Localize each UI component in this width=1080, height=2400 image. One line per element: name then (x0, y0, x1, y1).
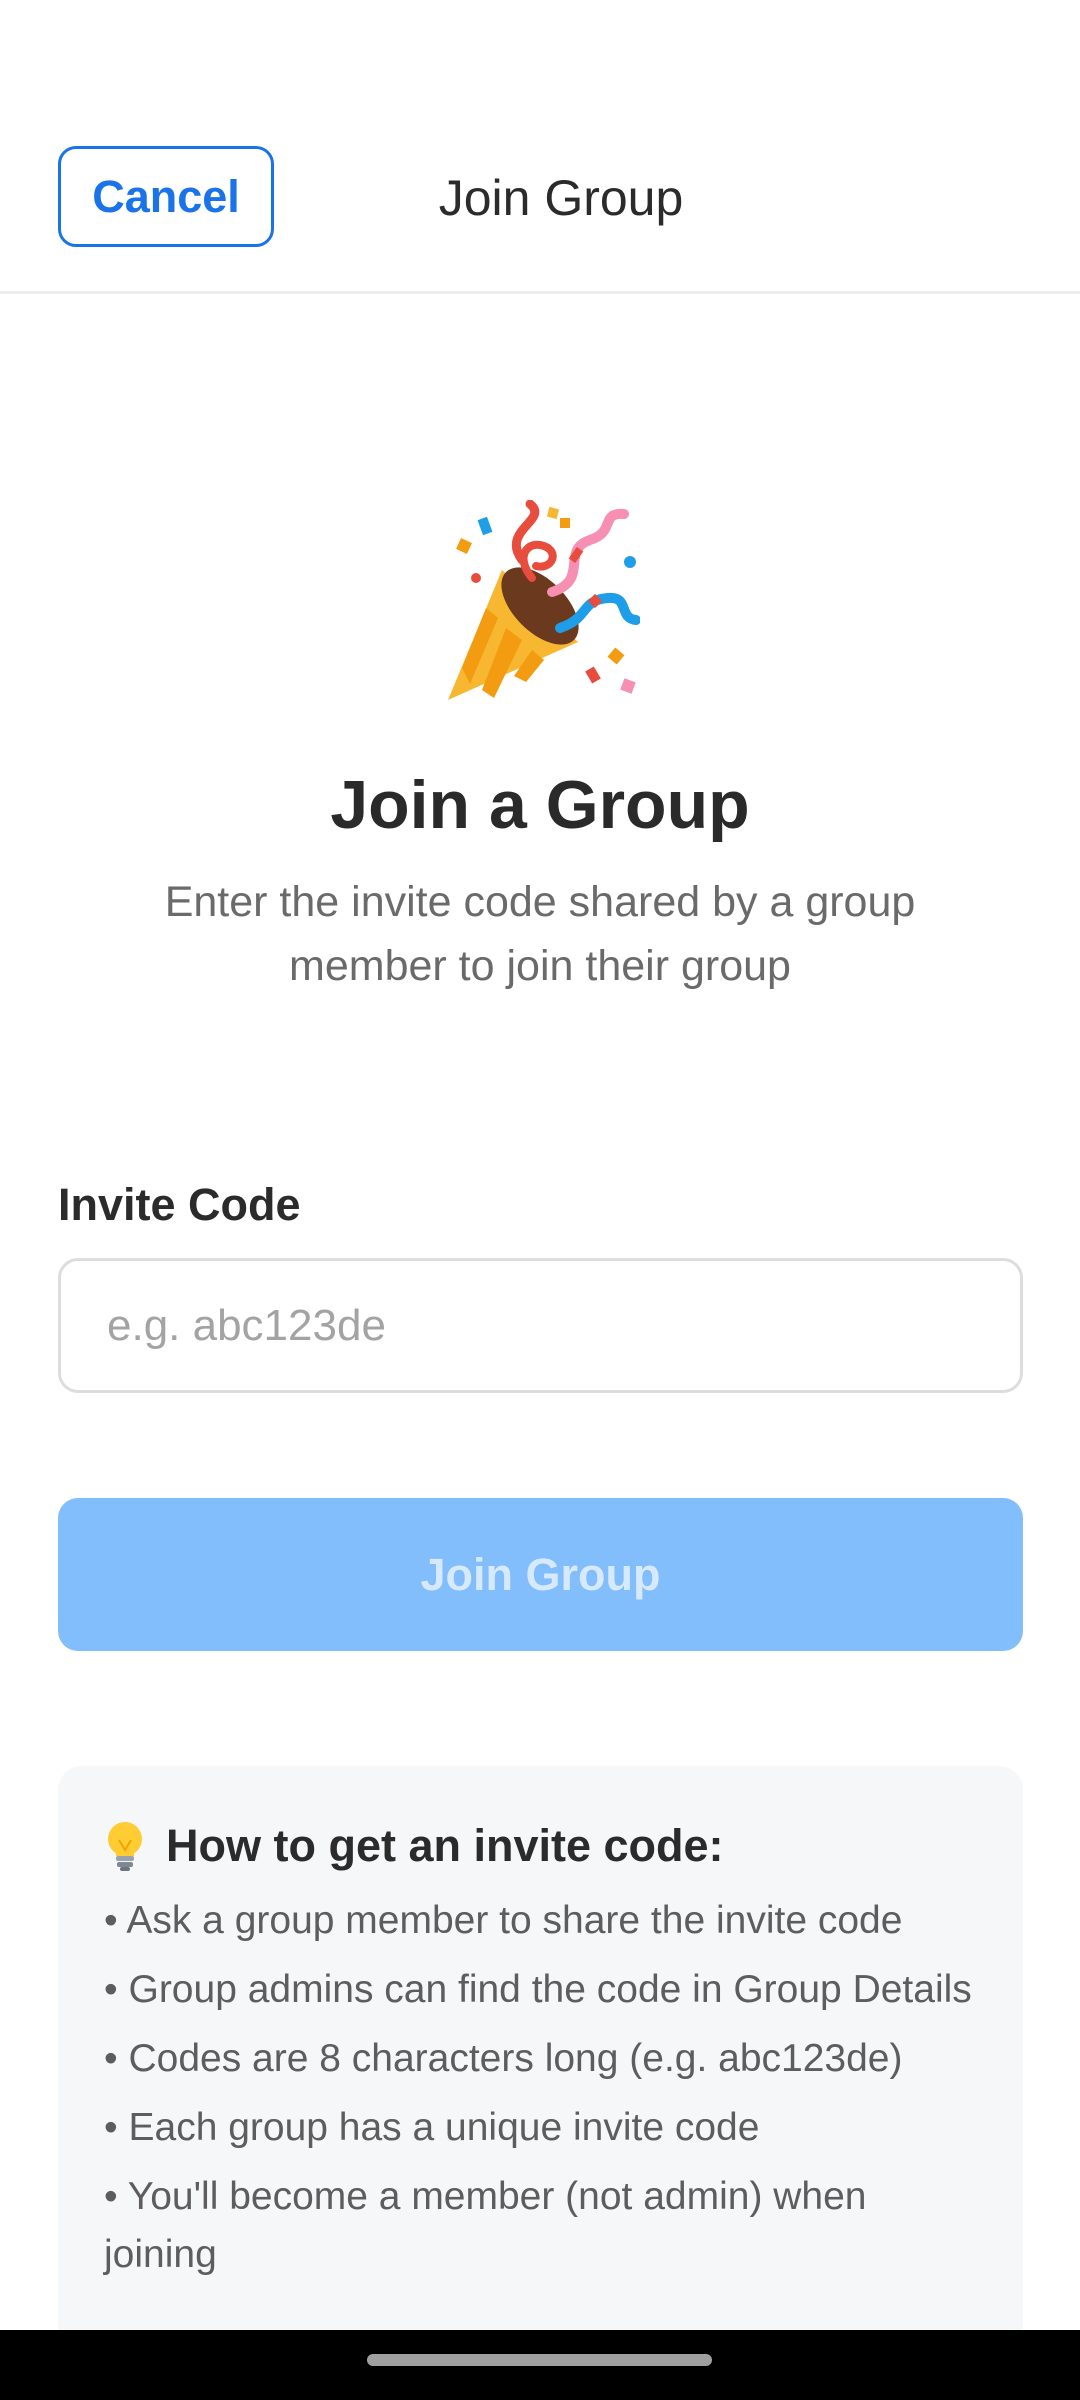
invite-code-input[interactable] (58, 1258, 1023, 1393)
tips-heading: How to get an invite code: (104, 1816, 724, 1876)
light-bulb-icon (104, 1820, 146, 1872)
tips-card: How to get an invite code: • Ask a group… (58, 1766, 1023, 2400)
invite-code-label: Invite Code (58, 1179, 301, 1230)
tips-list: • Ask a group member to share the invite… (104, 1892, 984, 2295)
tip-item: • Group admins can find the code in Grou… (104, 1968, 972, 2011)
tips-heading-text: How to get an invite code: (166, 1820, 724, 1871)
join-group-screen: Cancel Join Group Join a Group Enter the… (0, 0, 1080, 2400)
hero-title: Join a Group (330, 767, 750, 843)
tip-item: • Ask a group member to share the invite… (104, 1899, 903, 1942)
home-indicator[interactable] (367, 2354, 712, 2366)
hero-subtitle: Enter the invite code shared by a group … (164, 878, 916, 990)
system-navigation-bar (0, 2330, 1080, 2400)
join-group-button[interactable]: Join Group (58, 1498, 1023, 1651)
page-title: Join Group (438, 170, 684, 226)
tip-item: • Codes are 8 characters long (e.g. abc1… (104, 2037, 903, 2080)
header-bar: Cancel Join Group (0, 0, 1080, 294)
tip-item: • Each group has a unique invite code (104, 2106, 760, 2149)
tip-item: • You'll become a member (not admin) whe… (104, 2175, 867, 2276)
party-popper-icon (0, 500, 1080, 705)
